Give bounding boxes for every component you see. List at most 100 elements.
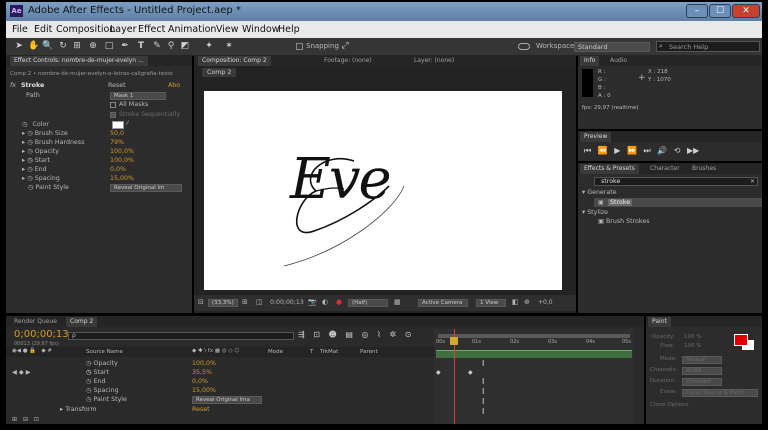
stopwatch-icon[interactable]: ◷ — [86, 387, 92, 394]
paint-opacity-value[interactable]: 100 % — [684, 334, 701, 340]
brush-tool-icon[interactable]: ✎ — [152, 41, 162, 51]
all-masks-checkbox[interactable] — [110, 102, 116, 108]
footage-tab[interactable]: Footage: (none) — [320, 56, 376, 66]
brush-strokes-item[interactable]: ▣ Brush Strokes — [598, 218, 650, 225]
tl-transform-row[interactable]: ▸ Transform — [60, 406, 97, 413]
resolution-dropdown[interactable]: (Half) — [348, 299, 388, 307]
expand-arrow-icon[interactable]: ▸ — [60, 406, 63, 413]
brush-size-value[interactable]: 50,0 — [110, 130, 124, 137]
expand-arrow-icon[interactable]: ▸ — [22, 157, 25, 164]
rectangle-tool-icon[interactable]: □ — [104, 41, 114, 51]
toggle-modes-icon[interactable]: ⊟ — [23, 416, 28, 423]
shy-icon[interactable]: ☻ — [329, 330, 337, 339]
effect-controls-tab[interactable]: Effect Controls: nombre-de-mujer-evelyn … — [10, 56, 148, 66]
eyedropper-icon[interactable]: ⁄ — [127, 120, 128, 127]
start-value[interactable]: 100,0% — [110, 157, 134, 164]
puppet-pin-tool-icon[interactable]: ✶ — [224, 41, 234, 51]
paint-tab[interactable]: Paint — [648, 317, 671, 327]
stopwatch-icon[interactable]: ◷ — [86, 396, 92, 403]
camera-dropdown[interactable]: Active Camera — [418, 299, 468, 307]
snapshot-icon[interactable]: 📷 — [308, 298, 317, 306]
clone-options-label[interactable]: Clone Options — [650, 402, 689, 408]
play-icon[interactable]: ▶ — [614, 146, 620, 155]
transparency-grid-icon[interactable]: ▦ — [394, 298, 401, 306]
stopwatch-icon[interactable]: ◷ — [86, 378, 92, 385]
expand-arrow-icon[interactable]: ▸ — [22, 130, 25, 137]
render-queue-tab[interactable]: Render Queue — [10, 317, 61, 327]
clear-search-icon[interactable]: ✕ — [750, 178, 755, 185]
paint-style-dropdown[interactable]: Reveal Original Im — [110, 184, 182, 192]
menu-composition[interactable]: Composition — [56, 24, 115, 35]
prev-frame-icon[interactable]: ⏪ — [598, 146, 608, 155]
auto-keyframe-icon[interactable]: ⊙ — [405, 330, 412, 339]
character-tab[interactable]: Character — [646, 164, 684, 174]
generate-group[interactable]: ▾ Generate — [582, 189, 617, 196]
paint-flow-value[interactable]: 100 % — [684, 343, 701, 349]
snap-options-icon[interactable]: ⤢ — [340, 41, 350, 51]
effect-reset-link[interactable]: Reset — [108, 82, 126, 89]
tl-opacity-value[interactable]: 100,0% — [192, 360, 216, 367]
zoom-dropdown[interactable]: (33,3%) — [208, 299, 238, 307]
graph-editor-icon[interactable]: ⌇ — [377, 330, 381, 339]
timeline-search-field[interactable]: ρ — [68, 332, 294, 340]
paint-duration-dropdown[interactable]: Constant — [682, 378, 722, 386]
path-dropdown[interactable]: Mask 1 — [110, 92, 166, 100]
menu-layer[interactable]: Layer — [110, 24, 137, 35]
tl-end-value[interactable]: 0,0% — [192, 378, 208, 385]
expand-arrow-icon[interactable]: ▸ — [22, 166, 25, 173]
exposure-value[interactable]: +0,0 — [538, 299, 553, 306]
brushes-tab[interactable]: Brushes — [688, 164, 720, 174]
tl-spacing-value[interactable]: 15,00% — [192, 387, 216, 394]
paint-erase-dropdown[interactable]: Layer Source & Paint — [682, 389, 758, 397]
audio-tab[interactable]: Audio — [606, 56, 631, 66]
opacity-value[interactable]: 100,0% — [110, 148, 134, 155]
comp2-timeline-tab[interactable]: Comp 2 — [66, 317, 98, 327]
menu-effect[interactable]: Effect — [138, 24, 165, 35]
stopwatch-icon[interactable]: ◷ — [27, 166, 33, 173]
layer-tab[interactable]: Layer: (none) — [410, 56, 458, 66]
stopwatch-icon[interactable]: ◷ — [86, 360, 92, 367]
clone-stamp-tool-icon[interactable]: ⚲ — [166, 41, 176, 51]
effects-search-field[interactable]: stroke ✕ — [594, 177, 758, 186]
mode-header[interactable]: Mode — [268, 349, 283, 355]
stopwatch-icon[interactable]: ◷ — [22, 121, 28, 128]
show-snapshot-icon[interactable]: ◐ — [322, 298, 328, 306]
comp-timecode[interactable]: 0;00;00;13 — [270, 299, 304, 306]
motion-blur-icon[interactable]: ◎ — [362, 330, 369, 339]
stopwatch-icon[interactable]: ◷ — [27, 148, 33, 155]
menu-view[interactable]: View — [216, 24, 239, 35]
flowchart-icon[interactable]: ⊕ — [524, 298, 530, 306]
effect-about-link[interactable]: Abo — [168, 82, 180, 89]
work-area-bar[interactable] — [438, 334, 630, 338]
audio-icon[interactable]: 🔊 — [657, 146, 667, 155]
stopwatch-active-icon[interactable]: ◷ — [27, 157, 33, 164]
parent-header[interactable]: Parent — [360, 349, 378, 355]
region-of-interest-icon[interactable]: ⊞ — [242, 298, 248, 306]
color-channel-icon[interactable]: ● — [336, 298, 342, 306]
tl-transform-reset[interactable]: Reset — [192, 406, 210, 413]
menu-help[interactable]: Help — [278, 24, 300, 35]
stopwatch-icon[interactable]: ◷ — [27, 139, 33, 146]
trkmat-header[interactable]: TrkMat — [320, 349, 338, 355]
menu-edit[interactable]: Edit — [34, 24, 52, 35]
expand-arrow-icon[interactable]: ▸ — [22, 148, 25, 155]
effects-presets-tab[interactable]: Effects & Presets — [580, 164, 639, 174]
pen-tool-icon[interactable]: ✒ — [120, 41, 130, 51]
zoom-tool-icon[interactable]: 🔍 — [42, 41, 53, 51]
selection-tool-icon[interactable]: ➤ — [14, 41, 24, 51]
paint-channels-dropdown[interactable]: RGBA — [682, 367, 722, 375]
preview-tab[interactable]: Preview — [580, 132, 612, 142]
menu-animation[interactable]: Animation — [168, 24, 216, 35]
maximize-button[interactable]: ☐ — [709, 4, 731, 18]
frame-blending-icon[interactable]: ▤ — [345, 330, 353, 339]
stopwatch-icon[interactable]: ◷ — [27, 130, 33, 137]
menu-window[interactable]: Window — [242, 24, 279, 35]
rotate-tool-icon[interactable]: ↻ — [58, 41, 68, 51]
close-button[interactable]: ✕ — [732, 4, 760, 18]
toggle-switches-icon[interactable]: ⊞ — [12, 416, 17, 423]
spacing-value[interactable]: 15,00% — [110, 175, 134, 182]
first-frame-icon[interactable]: ⏮ — [584, 146, 591, 155]
time-graph[interactable]: 00s 01s 02s 03s 04s 05s ◆ ◆ I I I I I — [434, 329, 634, 424]
menu-file[interactable]: File — [12, 24, 28, 35]
next-frame-icon[interactable]: ⏩ — [627, 146, 637, 155]
